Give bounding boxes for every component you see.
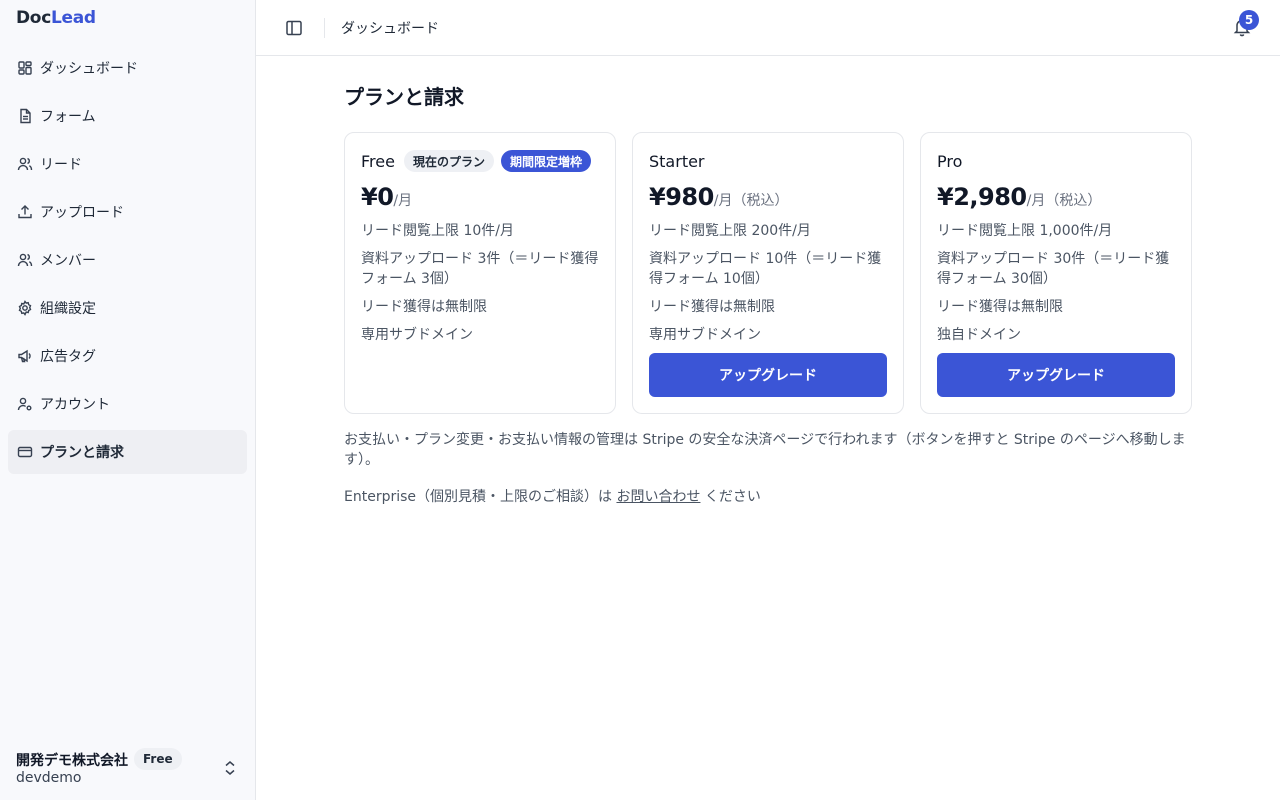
current-plan-badge: 現在のプラン xyxy=(404,150,495,172)
sidebar: DocLead ダッシュボード フォーム リード アップロード メンバー 組織設… xyxy=(0,0,256,800)
plan-feature: リード獲得は無制限 xyxy=(937,299,1063,315)
sidebar-item-org-settings[interactable]: 組織設定 xyxy=(8,286,247,330)
org-slug: devdemo xyxy=(16,770,82,786)
plan-card-pro: Pro ¥2,980/月（税込） リード閲覧上限 1,000件/月 資料アップロ… xyxy=(920,132,1192,414)
sidebar-item-forms[interactable]: フォーム xyxy=(8,94,247,138)
promo-badge: 期間限定増枠 xyxy=(501,150,592,172)
topbar-divider xyxy=(324,18,325,38)
sidebar-toggle-icon[interactable] xyxy=(284,18,304,38)
sidebar-nav: ダッシュボード フォーム リード アップロード メンバー 組織設定 広告タグ ア… xyxy=(8,46,247,478)
org-plan-badge: Free xyxy=(134,748,182,770)
gear-icon xyxy=(17,300,33,316)
sidebar-item-label: リード xyxy=(40,157,82,173)
plan-features: リード閲覧上限 10件/月 資料アップロード 3件（＝リード獲得フォーム 3個）… xyxy=(361,221,605,353)
notification-count-badge: 5 xyxy=(1239,10,1259,30)
plan-feature: 専用サブドメイン xyxy=(649,327,761,343)
plan-price: ¥980/月（税込） xyxy=(649,183,789,211)
breadcrumb-title: ダッシュボード xyxy=(341,21,439,37)
plan-feature: リード閲覧上限 200件/月 xyxy=(649,223,811,239)
sidebar-item-ad-tags[interactable]: 広告タグ xyxy=(8,334,247,378)
sidebar-item-members[interactable]: メンバー xyxy=(8,238,247,282)
sidebar-item-account[interactable]: アカウント xyxy=(8,382,247,426)
sidebar-item-label: フォーム xyxy=(40,109,96,125)
app-logo[interactable]: DocLead xyxy=(16,8,96,28)
sidebar-item-leads[interactable]: リード xyxy=(8,142,247,186)
plan-feature: リード獲得は無制限 xyxy=(649,299,775,315)
plan-feature: 独自ドメイン xyxy=(937,327,1021,343)
sidebar-item-upload[interactable]: アップロード xyxy=(8,190,247,234)
plan-feature: 資料アップロード 10件（＝リード獲得フォーム 10個） xyxy=(649,251,882,287)
plan-name: Free xyxy=(361,152,395,171)
enterprise-note: Enterprise（個別見積・上限のご相談）は お問い合わせ ください xyxy=(344,489,761,505)
file-text-icon xyxy=(17,108,33,124)
topbar: ダッシュボード 5 xyxy=(256,0,1280,56)
stripe-note: お支払い・プラン変更・お支払い情報の管理は Stripe の安全な決済ページで行… xyxy=(344,432,1186,468)
plan-feature: リード獲得は無制限 xyxy=(361,299,487,315)
plan-feature: 資料アップロード 30件（＝リード獲得フォーム 30個） xyxy=(937,251,1170,287)
page-title: プランと請求 xyxy=(344,85,464,109)
upgrade-starter-button[interactable]: アップグレード xyxy=(649,353,887,397)
org-name: 開発デモ株式会社 xyxy=(16,753,128,769)
sidebar-item-label: メンバー xyxy=(40,253,96,269)
members-icon xyxy=(17,252,33,268)
plan-feature: 資料アップロード 3件（＝リード獲得フォーム 3個） xyxy=(361,251,599,287)
sidebar-item-label: アップロード xyxy=(40,205,124,221)
plan-card-starter: Starter ¥980/月（税込） リード閲覧上限 200件/月 資料アップロ… xyxy=(632,132,904,414)
plan-price: ¥0/月 xyxy=(361,183,413,211)
sidebar-item-dashboard[interactable]: ダッシュボード xyxy=(8,46,247,90)
plan-features: リード閲覧上限 200件/月 資料アップロード 10件（＝リード獲得フォーム 1… xyxy=(649,221,893,353)
plan-feature: 専用サブドメイン xyxy=(361,327,473,343)
plan-name: Starter xyxy=(649,152,705,171)
user-cog-icon xyxy=(17,396,33,412)
users-icon xyxy=(17,156,33,172)
upload-icon xyxy=(17,204,33,220)
plan-card-free: Free 現在のプラン 期間限定増枠 ¥0/月 リード閲覧上限 10件/月 資料… xyxy=(344,132,616,414)
sidebar-item-label: ダッシュボード xyxy=(40,61,138,77)
plan-feature: リード閲覧上限 1,000件/月 xyxy=(937,223,1113,239)
plan-price: ¥2,980/月（税込） xyxy=(937,183,1102,211)
sidebar-item-label: 広告タグ xyxy=(40,349,96,365)
plan-features: リード閲覧上限 1,000件/月 資料アップロード 30件（＝リード獲得フォーム… xyxy=(937,221,1181,353)
chevrons-up-down-icon[interactable] xyxy=(222,758,238,778)
megaphone-icon xyxy=(17,348,33,364)
dashboard-icon xyxy=(17,60,33,76)
sidebar-item-plan-billing[interactable]: プランと請求 xyxy=(8,430,247,474)
sidebar-item-label: アカウント xyxy=(40,397,110,413)
contact-link[interactable]: お問い合わせ xyxy=(616,489,700,505)
sidebar-item-label: プランと請求 xyxy=(40,445,124,461)
credit-card-icon xyxy=(17,444,33,460)
upgrade-pro-button[interactable]: アップグレード xyxy=(937,353,1175,397)
plan-name: Pro xyxy=(937,152,963,171)
plan-feature: リード閲覧上限 10件/月 xyxy=(361,223,514,239)
sidebar-item-label: 組織設定 xyxy=(40,301,96,317)
org-switcher[interactable]: 開発デモ株式会社 Free devdemo xyxy=(16,748,240,788)
